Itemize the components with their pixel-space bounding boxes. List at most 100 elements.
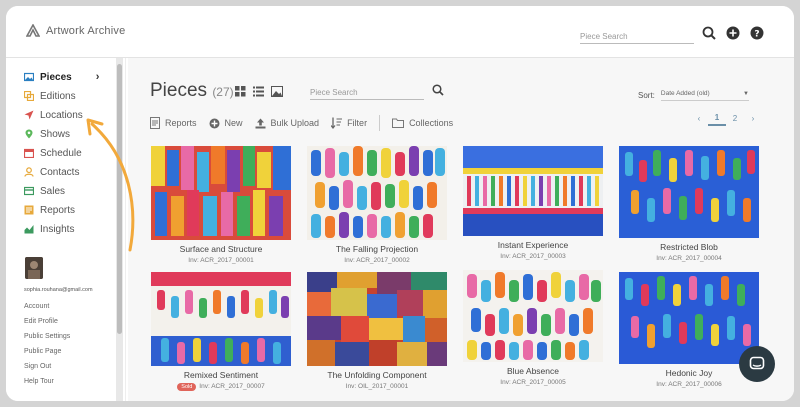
collections-label: Collections: [409, 118, 454, 128]
sidebar-item-label: Insights: [40, 223, 75, 235]
next-page-button[interactable]: ›: [744, 110, 762, 126]
sold-badge: Sold: [177, 383, 197, 391]
user-email: sophia.rouhana@gmail.com: [24, 287, 93, 293]
contact-icon: [24, 167, 34, 177]
piece-title[interactable]: Instant Experience: [463, 240, 603, 250]
piece-title[interactable]: The Falling Projection: [307, 244, 447, 254]
prev-page-button[interactable]: ‹: [690, 110, 708, 126]
plus-circle-icon: [209, 118, 220, 128]
reports-icon: [24, 205, 34, 215]
piece-card[interactable]: The Falling Projection Inv: ACR_2017_000…: [307, 146, 447, 264]
sidebar-item-reports[interactable]: Reports: [24, 203, 75, 217]
app-name: Artwork Archive: [46, 25, 126, 37]
artwork-thumbnail[interactable]: [307, 272, 447, 366]
piece-title[interactable]: The Unfolding Component: [307, 370, 447, 380]
piece-title[interactable]: Remixed Sentiment: [151, 370, 291, 380]
sidebar-item-contacts[interactable]: Contacts: [24, 165, 79, 179]
chevron-right-icon: ›: [95, 71, 100, 83]
sidebar-item-insights[interactable]: Insights: [24, 222, 74, 236]
insights-icon: [24, 225, 34, 234]
piece-inventory-text: Inv: ACR_2017_00007: [199, 383, 265, 390]
piece-card[interactable]: The Unfolding Component Inv: OIL_2017_00…: [307, 272, 447, 390]
sidebar-item-label: Editions: [40, 90, 76, 102]
artwork-thumbnail[interactable]: [307, 146, 447, 240]
image-view-icon[interactable]: [271, 86, 283, 97]
toolbar-divider: [379, 115, 381, 131]
public-page-link[interactable]: Public Page: [24, 348, 61, 355]
piece-inventory: Inv: ACR_2017_00001: [188, 257, 254, 264]
artwork-thumbnail[interactable]: [619, 272, 759, 364]
top-search-input[interactable]: Piece Search: [580, 28, 694, 44]
search-icon[interactable]: [702, 26, 716, 40]
app-window: Artwork Archive Piece Search ? Pieces ›: [6, 6, 794, 401]
sidebar-item-label: Shows: [40, 128, 71, 140]
map-pin-icon: [25, 129, 33, 139]
public-settings-link[interactable]: Public Settings: [24, 333, 70, 340]
sign-out-link[interactable]: Sign Out: [24, 363, 51, 370]
piece-title[interactable]: Restricted Blob: [619, 242, 759, 252]
collections-button[interactable]: Collections: [392, 118, 453, 128]
sidebar-item-label: Locations: [40, 109, 83, 121]
chat-icon: [749, 356, 765, 370]
sort-label: Sort:: [638, 91, 655, 100]
help-icon[interactable]: ?: [750, 26, 764, 40]
sort-select[interactable]: Date Added (old) ▼: [660, 90, 749, 101]
page-2-button[interactable]: 2: [726, 110, 744, 126]
piece-card[interactable]: Remixed Sentiment Sold Inv: ACR_2017_0000…: [151, 272, 291, 391]
piece-title[interactable]: Blue Absence: [463, 366, 603, 376]
sidebar-item-pieces[interactable]: Pieces ›: [24, 70, 99, 84]
main-content: Pieces (27) Piece Search Sort: Date Adde…: [128, 58, 794, 401]
piece-title[interactable]: Surface and Structure: [151, 244, 291, 254]
piece-inventory: Inv: ACR_2017_00005: [500, 379, 566, 386]
help-tour-link[interactable]: Help Tour: [24, 378, 54, 385]
search-icon[interactable]: [432, 84, 444, 96]
sidebar-item-editions[interactable]: Editions: [24, 89, 76, 103]
sidebar-item-schedule[interactable]: Schedule: [24, 146, 82, 160]
artwork-thumbnail[interactable]: [463, 270, 603, 362]
bulk-upload-button[interactable]: Bulk Upload: [255, 118, 319, 129]
sidebar-item-locations[interactable]: Locations: [24, 108, 83, 122]
sort-control: Sort: Date Added (old) ▼: [638, 90, 749, 101]
edit-profile-link[interactable]: Edit Profile: [24, 318, 58, 325]
pieces-count: (27): [212, 85, 234, 99]
chat-launcher-button[interactable]: [739, 346, 775, 382]
piece-title[interactable]: Hedonic Joy: [619, 368, 759, 378]
sidebar-item-label: Pieces: [40, 71, 72, 83]
piece-card[interactable]: Hedonic Joy Inv: ACR_2017_00006: [619, 272, 759, 388]
artwork-thumbnail[interactable]: [151, 146, 291, 240]
caret-down-icon: ▼: [742, 91, 749, 97]
document-icon: [150, 117, 160, 129]
piece-inventory: Inv: ACR_2017_00002: [344, 257, 410, 264]
annotation-arrow-icon: [86, 118, 135, 252]
piece-inventory: Inv: ACR_2017_00003: [500, 253, 566, 260]
reports-button[interactable]: Reports: [150, 117, 197, 129]
piece-card[interactable]: Instant Experience Inv: ACR_2017_00003: [463, 146, 603, 260]
sidebar-item-label: Sales: [40, 185, 66, 197]
piece-card[interactable]: Blue Absence Inv: ACR_2017_00005: [463, 270, 603, 386]
piece-inventory: Inv: ACR_2017_00006: [656, 381, 722, 388]
list-view-icon[interactable]: [253, 86, 264, 97]
page-title: Pieces (27): [150, 80, 234, 102]
sidebar-item-shows[interactable]: Shows: [24, 127, 70, 141]
top-bar: Artwork Archive Piece Search ?: [6, 6, 794, 58]
artwork-thumbnail[interactable]: [619, 146, 759, 238]
artwork-archive-logo-icon: [26, 24, 40, 37]
brand[interactable]: Artwork Archive: [26, 24, 125, 38]
piece-card[interactable]: Restricted Blob Inv: ACR_2017_00004: [619, 146, 759, 262]
new-button[interactable]: New: [209, 118, 243, 129]
artwork-thumbnail[interactable]: [463, 146, 603, 236]
calendar-icon: [24, 148, 34, 158]
filter-button[interactable]: Filter: [331, 117, 367, 129]
piece-card[interactable]: Surface and Structure Inv: ACR_2017_0000…: [151, 146, 291, 264]
add-icon[interactable]: [726, 26, 740, 40]
sidebar-item-sales[interactable]: Sales: [24, 184, 65, 198]
page-title-text: Pieces: [150, 80, 208, 101]
page-1-button[interactable]: 1: [708, 110, 726, 126]
grid-view-icon[interactable]: [235, 86, 246, 97]
account-link[interactable]: Account: [24, 303, 49, 310]
artwork-thumbnail[interactable]: [151, 272, 291, 366]
avatar[interactable]: [25, 257, 43, 279]
sidebar-item-label: Schedule: [40, 147, 82, 159]
sidebar-item-label: Contacts: [40, 166, 80, 178]
piece-search-input[interactable]: Piece Search: [310, 84, 424, 100]
